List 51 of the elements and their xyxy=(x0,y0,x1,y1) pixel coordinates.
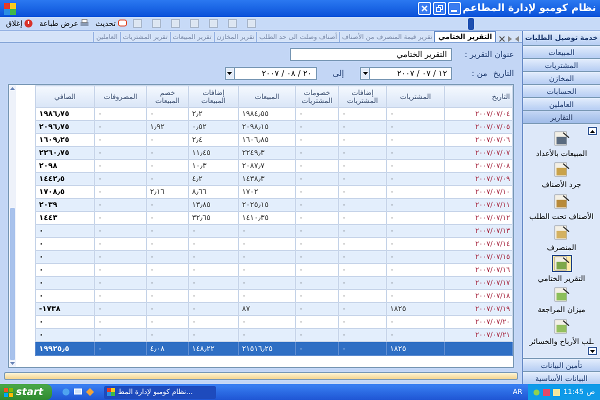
exit-icon xyxy=(24,19,34,28)
report-icon xyxy=(553,131,570,146)
report-icon xyxy=(553,318,570,334)
app-icon xyxy=(107,388,115,396)
restore-button[interactable] xyxy=(432,2,446,15)
field-label: من : xyxy=(472,68,488,80)
report-icon xyxy=(553,287,570,302)
scroll-up-button[interactable] xyxy=(588,127,597,135)
window-title: نظام كومبو لإدارة المطاعم xyxy=(462,2,596,16)
report-icon xyxy=(553,194,570,208)
report-icon xyxy=(553,162,570,178)
scroll-up-icon xyxy=(590,130,595,132)
report-item-button[interactable] xyxy=(552,286,572,304)
scrollbar-thumb[interactable] xyxy=(10,208,15,360)
restore-icon xyxy=(436,5,443,12)
desktop-icon[interactable] xyxy=(74,388,82,396)
scroll-right-icon[interactable] xyxy=(508,36,512,42)
start-button[interactable]: start xyxy=(0,384,52,400)
report-item-button[interactable] xyxy=(552,161,572,178)
dropdown-arrow-icon xyxy=(362,72,368,75)
report-icon xyxy=(553,224,570,240)
field-label: عنوان التقرير : xyxy=(464,48,514,60)
date-to-dropdown[interactable]: ٢٠ / ٠٨ / ٢٠٠٧ xyxy=(224,67,317,80)
report-icon xyxy=(553,256,570,271)
windows-flag-icon xyxy=(4,388,13,396)
report-title-field[interactable]: التقرير الختامي xyxy=(290,48,452,61)
toolbar-grip[interactable] xyxy=(468,18,474,30)
scroll-down-icon[interactable] xyxy=(10,362,15,365)
dropdown-arrow-icon xyxy=(227,72,232,75)
refresh-icon xyxy=(118,19,127,28)
minimize-icon xyxy=(451,10,458,12)
field-label: التاريخ xyxy=(493,68,514,80)
app-icon xyxy=(4,2,16,14)
close-button[interactable] xyxy=(418,2,431,15)
print-preview-icon xyxy=(80,19,90,28)
report-item-button[interactable] xyxy=(552,255,572,272)
scroll-up-icon[interactable] xyxy=(10,87,15,90)
scroll-down-icon xyxy=(590,350,595,352)
vertical-scrollbar[interactable] xyxy=(9,85,16,367)
tab-close-icon[interactable] xyxy=(499,36,505,42)
close-icon xyxy=(420,5,428,12)
minimize-button[interactable] xyxy=(448,2,461,15)
report-item-button[interactable] xyxy=(552,192,572,210)
media-icon[interactable] xyxy=(86,388,94,396)
field-label: إلى xyxy=(332,68,344,80)
scroll-left-icon[interactable] xyxy=(515,36,519,42)
date-from-dropdown[interactable]: ١٢ / ٠٧ / ٢٠٠٧ xyxy=(360,67,452,80)
report-item-button[interactable] xyxy=(552,130,572,147)
scroll-down-button[interactable] xyxy=(588,347,597,355)
report-item-button[interactable] xyxy=(552,318,572,334)
report-item-button[interactable] xyxy=(552,224,572,241)
